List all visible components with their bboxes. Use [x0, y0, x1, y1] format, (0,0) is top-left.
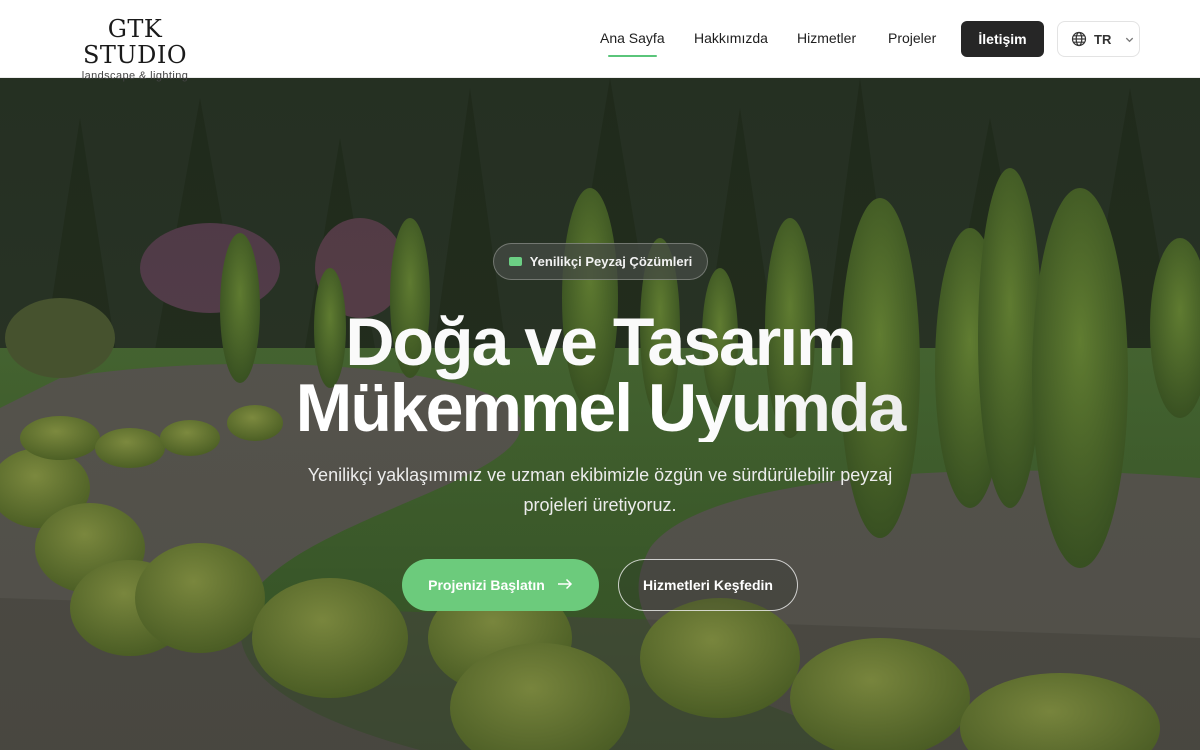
logo-subtitle: landscape & lighting: [81, 70, 189, 82]
hero-subtext: Yenilikçi yaklaşımımız ve uzman ekibimiz…: [307, 465, 893, 515]
logo-title: GTK STUDIO: [82, 15, 188, 69]
start-project-label: Projenizi Başlatın: [428, 577, 545, 593]
arrow-right-icon: [557, 577, 573, 593]
hero-headline-line2: Mükemmel Uyumda: [0, 374, 1200, 442]
site-header: GTK STUDIO landscape & lighting Ana Sayf…: [0, 0, 1200, 82]
start-project-button[interactable]: Projenizi Başlatın: [402, 559, 599, 611]
hero-section: Yenilikçi Peyzaj Çözümleri Doğa ve Tasar…: [0, 78, 1200, 750]
nav-item-about[interactable]: Hakkımızda: [694, 30, 768, 46]
chevron-down-icon: [1124, 34, 1135, 45]
hero-badge: Yenilikçi Peyzaj Çözümleri: [493, 243, 708, 280]
explore-services-button[interactable]: Hizmetleri Keşfedin: [618, 559, 798, 611]
nav-item-projects[interactable]: Projeler: [888, 30, 936, 46]
nav-item-home[interactable]: Ana Sayfa: [600, 30, 665, 57]
language-selector[interactable]: TR: [1057, 21, 1140, 57]
globe-icon: [1071, 31, 1087, 47]
nav-item-services[interactable]: Hizmetler: [797, 30, 856, 46]
contact-button[interactable]: İletişim: [961, 21, 1044, 57]
hero-badge-label: Yenilikçi Peyzaj Çözümleri: [529, 254, 693, 269]
logo[interactable]: GTK STUDIO landscape & lighting: [58, 16, 212, 82]
language-code: TR: [1094, 31, 1112, 47]
badge-dot-icon: [508, 257, 522, 266]
hero-headline-line1: Doğa ve Tasarım: [345, 304, 856, 380]
